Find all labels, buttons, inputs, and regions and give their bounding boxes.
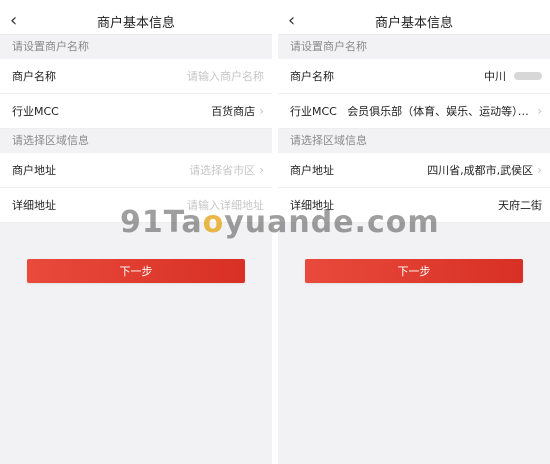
section-header-merchant-name: 请设置商户名称 — [0, 35, 272, 59]
redacted-blur — [514, 72, 542, 80]
industry-mcc-label: 行业MCC — [290, 105, 337, 118]
detail-address-input[interactable]: 请输入详细地址 — [187, 197, 264, 213]
page-title: 商户基本信息 — [374, 15, 453, 31]
chevron-right-icon: › — [537, 104, 542, 118]
merchant-name-row[interactable]: 商户名称 中川 — [278, 59, 550, 94]
detail-address-input[interactable]: 天府二街 — [498, 197, 542, 213]
status-bar — [0, 0, 272, 8]
chevron-left-icon[interactable]: ‹ — [288, 10, 295, 32]
industry-mcc-row[interactable]: 行业MCC 会员俱乐部（体育、娱乐、运动等）、乡... › — [278, 94, 550, 129]
merchant-address-value-group: 请选择省市区 › — [189, 162, 264, 178]
merchant-address-select[interactable]: 四川省,成都市,武侯区 — [427, 162, 533, 178]
merchant-name-input[interactable]: 中川 — [484, 68, 506, 84]
nav-bar: ‹ 商户基本信息 — [0, 8, 272, 35]
merchant-address-label: 商户地址 — [12, 164, 56, 177]
merchant-address-label: 商户地址 — [290, 164, 334, 177]
industry-mcc-value-group: 百货商店 › — [211, 103, 264, 119]
right-phone-screen: ‹ 商户基本信息 请设置商户名称 商户名称 中川 行业MCC 会员俱乐部（体育、… — [278, 0, 550, 464]
merchant-name-label: 商户名称 — [12, 70, 56, 83]
detail-address-row[interactable]: 详细地址 请输入详细地址 — [0, 188, 272, 223]
next-step-button[interactable]: 下一步 — [305, 259, 523, 283]
left-phone-screen: ‹ 商户基本信息 请设置商户名称 商户名称 请输入商户名称 行业MCC 百货商店… — [0, 0, 272, 464]
chevron-right-icon: › — [537, 163, 542, 177]
industry-mcc-value: 百货商店 — [211, 105, 256, 118]
detail-address-row[interactable]: 详细地址 天府二街 — [278, 188, 550, 223]
section-header-merchant-name: 请设置商户名称 — [278, 35, 550, 59]
status-bar — [278, 0, 550, 8]
merchant-address-row[interactable]: 商户地址 四川省,成都市,武侯区 › — [278, 153, 550, 188]
industry-mcc-value: 会员俱乐部（体育、娱乐、运动等）、乡... — [347, 105, 534, 118]
merchant-address-select[interactable]: 请选择省市区 — [189, 162, 255, 178]
chevron-right-icon: › — [259, 104, 264, 118]
section-header-region: 请选择区域信息 — [0, 129, 272, 153]
merchant-name-value-group: 中川 — [484, 68, 542, 84]
chevron-right-icon: › — [259, 163, 264, 177]
industry-mcc-value-group: 会员俱乐部（体育、娱乐、运动等）、乡... › — [347, 103, 542, 119]
industry-mcc-label: 行业MCC — [12, 105, 59, 118]
section-header-region: 请选择区域信息 — [278, 129, 550, 153]
nav-bar: ‹ 商户基本信息 — [278, 8, 550, 35]
page-title: 商户基本信息 — [96, 15, 175, 31]
screenshot-stage: ‹ 商户基本信息 请设置商户名称 商户名称 请输入商户名称 行业MCC 百货商店… — [0, 0, 550, 464]
merchant-name-input[interactable]: 请输入商户名称 — [187, 68, 264, 84]
chevron-left-icon[interactable]: ‹ — [10, 10, 17, 32]
merchant-address-value-group: 四川省,成都市,武侯区 › — [427, 162, 542, 178]
industry-mcc-row[interactable]: 行业MCC 百货商店 › — [0, 94, 272, 129]
detail-address-label: 详细地址 — [290, 199, 334, 212]
merchant-address-row[interactable]: 商户地址 请选择省市区 › — [0, 153, 272, 188]
merchant-name-row[interactable]: 商户名称 请输入商户名称 — [0, 59, 272, 94]
merchant-name-label: 商户名称 — [290, 70, 334, 83]
next-step-button[interactable]: 下一步 — [27, 259, 245, 283]
detail-address-label: 详细地址 — [12, 199, 56, 212]
